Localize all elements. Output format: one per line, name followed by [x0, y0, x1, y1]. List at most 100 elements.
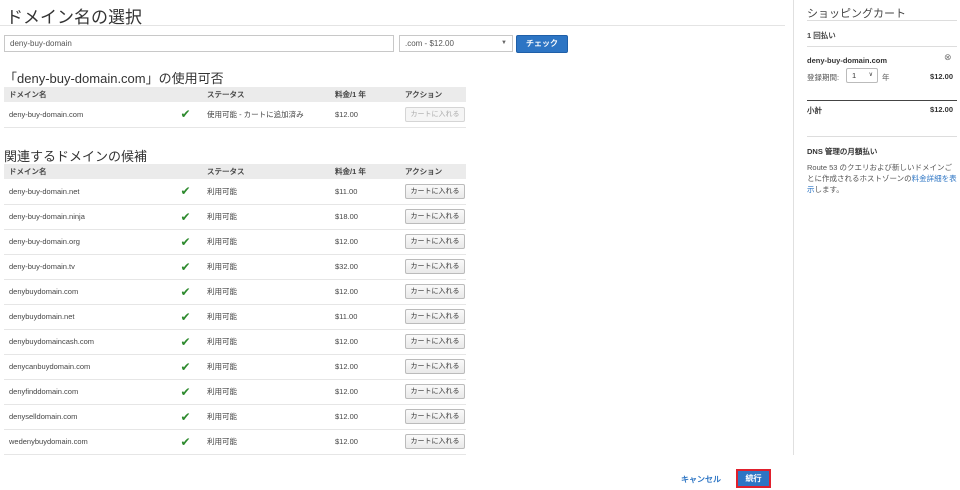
- cancel-link[interactable]: キャンセル: [681, 474, 721, 485]
- column-header-action: アクション: [400, 87, 466, 102]
- column-header-action: アクション: [400, 164, 466, 179]
- domain-status: 利用可能: [202, 254, 330, 280]
- registration-period-value: 1: [852, 71, 857, 80]
- table-row: denycanbuydomain.com ✔ 利用可能 $12.00 カートに入…: [4, 354, 466, 380]
- table-row: wedenybuydomain.com ✔ 利用可能 $12.00 カートに入れ…: [4, 429, 466, 455]
- table-header-row: ドメイン名 ステータス 料金/1 年 アクション: [4, 87, 466, 102]
- chevron-down-icon: ∨: [868, 72, 873, 78]
- checkmark-icon: ✔: [169, 279, 202, 305]
- add-to-cart-button[interactable]: カートに入れる: [405, 259, 465, 274]
- add-to-cart-button[interactable]: カートに入れる: [405, 409, 465, 424]
- add-to-cart-button[interactable]: カートに入れる: [405, 309, 465, 324]
- check-button[interactable]: チェック: [516, 35, 568, 53]
- add-to-cart-button[interactable]: カートに入れる: [405, 334, 465, 349]
- domain-price: $12.00: [330, 404, 400, 430]
- domain-name: denybuydomain.com: [4, 279, 169, 305]
- domain-name: denybuydomaincash.com: [4, 329, 169, 355]
- domain-name: denybuydomain.net: [4, 304, 169, 330]
- tld-select[interactable]: .com - $12.00 ▼: [399, 35, 513, 52]
- domain-status: 利用可能: [202, 404, 330, 430]
- dns-billing-title: DNS 管理の月額払い: [807, 147, 878, 156]
- table-row: deny-buy-domain.net ✔ 利用可能 $11.00 カートに入れ…: [4, 179, 466, 205]
- domain-price: $11.00: [330, 304, 400, 330]
- table-header-row: ドメイン名 ステータス 料金/1 年 アクション: [4, 164, 466, 179]
- domain-price: $18.00: [330, 204, 400, 230]
- domain-name: wedenybuydomain.com: [4, 429, 169, 455]
- domain-status: 利用可能: [202, 279, 330, 305]
- domain-price: $12.00: [330, 429, 400, 455]
- cart-item-price: $12.00: [930, 72, 953, 81]
- checkmark-icon: ✔: [169, 179, 202, 205]
- dns-text-after: します。: [814, 185, 844, 194]
- domain-price: $12.00: [330, 379, 400, 405]
- table-row: denybuydomain.com ✔ 利用可能 $12.00 カートに入れる: [4, 279, 466, 305]
- checkmark-icon: ✔: [169, 304, 202, 330]
- subtotal-value: $12.00: [930, 105, 953, 114]
- checkmark-icon: ✔: [169, 204, 202, 230]
- continue-button[interactable]: 続行: [736, 469, 771, 488]
- add-to-cart-button[interactable]: カートに入れる: [405, 359, 465, 374]
- caret-down-icon: ▼: [501, 40, 507, 46]
- title-divider: [0, 25, 785, 26]
- availability-table: ドメイン名 ステータス 料金/1 年 アクション deny-buy-domain…: [4, 87, 466, 128]
- column-header-check: [169, 87, 202, 102]
- suggestions-title: 関連するドメインの候補: [4, 149, 148, 164]
- domain-name: denycanbuydomain.com: [4, 354, 169, 380]
- domain-status: 利用可能: [202, 204, 330, 230]
- domain-price: $11.00: [330, 179, 400, 205]
- registration-period-label: 登録期間:: [807, 73, 840, 82]
- add-to-cart-button[interactable]: カートに入れる: [405, 209, 465, 224]
- dns-billing-text: Route 53 のクエリおよび新しいドメインごとに作成されるホストゾーンの料金…: [807, 162, 957, 195]
- checkmark-icon: ✔: [169, 354, 202, 380]
- remove-circle-icon[interactable]: ⊗: [944, 52, 952, 63]
- divider: [807, 46, 957, 47]
- sidebar-divider: [793, 0, 794, 455]
- divider: [807, 100, 957, 101]
- main-panel: ドメイン名の選択 .com - $12.00 ▼ チェック 「deny-buy-…: [0, 0, 790, 490]
- checkmark-icon: ✔: [169, 102, 202, 128]
- table-row: deny-buy-domain.ninja ✔ 利用可能 $18.00 カートに…: [4, 204, 466, 230]
- add-to-cart-button[interactable]: カートに入れる: [405, 183, 465, 199]
- domain-name: denyfinddomain.com: [4, 379, 169, 405]
- period-unit: 年: [882, 73, 890, 82]
- checkmark-icon: ✔: [169, 379, 202, 405]
- checkmark-icon: ✔: [169, 429, 202, 455]
- domain-name: deny-buy-domain.org: [4, 229, 169, 255]
- divider: [807, 20, 957, 21]
- domain-name: deny-buy-domain.com: [4, 102, 169, 128]
- column-header-check: [169, 164, 202, 179]
- add-to-cart-button[interactable]: カートに入れる: [405, 384, 465, 399]
- table-row: denybuydomaincash.com ✔ 利用可能 $12.00 カートに…: [4, 329, 466, 355]
- column-header-status: ステータス: [202, 87, 330, 102]
- column-header-domain: ドメイン名: [4, 87, 169, 102]
- domain-price: $32.00: [330, 254, 400, 280]
- domain-status: 利用可能: [202, 229, 330, 255]
- availability-title: 「deny-buy-domain.com」の使用可否: [4, 71, 224, 86]
- add-to-cart-button[interactable]: カートに入れる: [405, 434, 465, 449]
- cart-domain-name: deny-buy-domain.com: [807, 56, 888, 65]
- domain-price: $12.00: [330, 279, 400, 305]
- domain-status: 利用可能: [202, 179, 330, 205]
- column-header-price: 料金/1 年: [330, 164, 400, 179]
- checkmark-icon: ✔: [169, 254, 202, 280]
- domain-price: $12.00: [330, 354, 400, 380]
- column-header-domain: ドメイン名: [4, 164, 169, 179]
- add-to-cart-button[interactable]: カートに入れる: [405, 234, 465, 249]
- table-row: deny-buy-domain.org ✔ 利用可能 $12.00 カートに入れ…: [4, 229, 466, 255]
- domain-search-input[interactable]: [4, 35, 394, 52]
- registration-period-select[interactable]: 1 ∨: [846, 68, 878, 83]
- domain-price: $12.00: [330, 102, 400, 128]
- domain-name: deny-buy-domain.ninja: [4, 204, 169, 230]
- domain-price: $12.00: [330, 229, 400, 255]
- domain-status: 利用可能: [202, 354, 330, 380]
- add-to-cart-button[interactable]: カートに入れる: [405, 284, 465, 299]
- table-row: denyselldomain.com ✔ 利用可能 $12.00 カートに入れる: [4, 404, 466, 430]
- checkmark-icon: ✔: [169, 404, 202, 430]
- tld-select-value: .com - $12.00: [405, 39, 454, 48]
- column-header-status: ステータス: [202, 164, 330, 179]
- domain-name: deny-buy-domain.tv: [4, 254, 169, 280]
- domain-name: denyselldomain.com: [4, 404, 169, 430]
- domain-name: deny-buy-domain.net: [4, 179, 169, 205]
- add-to-cart-button[interactable]: カートに入れる: [405, 106, 465, 122]
- suggestions-table: ドメイン名 ステータス 料金/1 年 アクション deny-buy-domain…: [4, 164, 466, 455]
